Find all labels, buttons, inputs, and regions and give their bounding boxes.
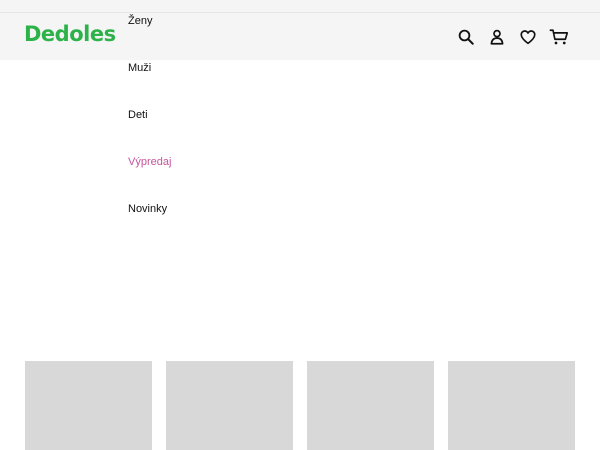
product-card-placeholder[interactable] xyxy=(25,361,152,450)
product-grid xyxy=(25,361,575,450)
cart-icon xyxy=(549,29,569,45)
header-actions xyxy=(456,27,569,47)
nav-item-novinky[interactable]: Novinky xyxy=(128,202,167,216)
wishlist-button[interactable] xyxy=(518,27,538,47)
nav-item-muzi[interactable]: Muži xyxy=(128,61,151,75)
user-icon xyxy=(490,29,504,45)
account-button[interactable] xyxy=(487,27,507,47)
product-card-placeholder[interactable] xyxy=(307,361,434,450)
page: Dedoles Ženy Muži Deti Výpredaj Novinky xyxy=(0,0,600,450)
search-button[interactable] xyxy=(456,27,476,47)
nav-item-deti[interactable]: Deti xyxy=(128,108,148,122)
top-strip xyxy=(0,0,600,13)
cart-button[interactable] xyxy=(549,27,569,47)
product-card-placeholder[interactable] xyxy=(448,361,575,450)
product-card-placeholder[interactable] xyxy=(166,361,293,450)
heart-icon xyxy=(520,30,536,45)
search-icon xyxy=(458,29,474,45)
nav-item-zeny[interactable]: Ženy xyxy=(128,14,152,28)
dedoles-logo[interactable]: Dedoles xyxy=(24,22,116,46)
nav-item-vypredaj[interactable]: Výpredaj xyxy=(128,155,171,169)
